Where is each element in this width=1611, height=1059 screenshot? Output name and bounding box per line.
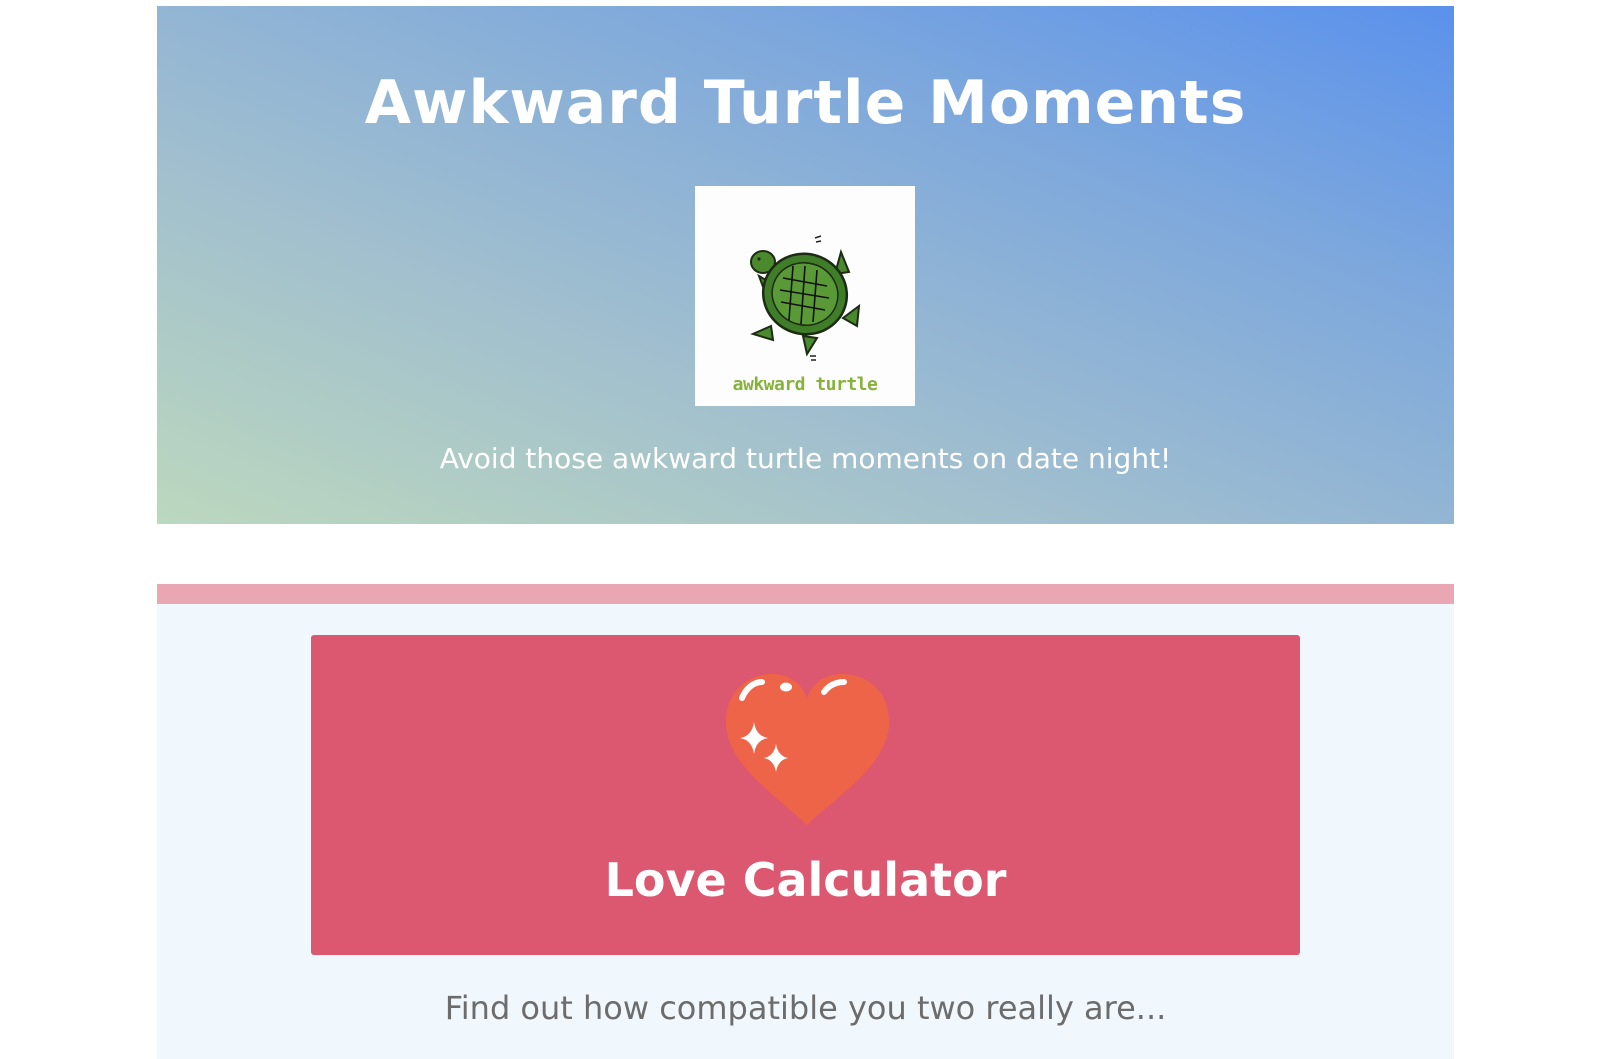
sparkling-heart-icon [720,670,895,830]
turtle-logo: awkward turtle [695,186,915,406]
site-title: Awkward Turtle Moments [364,68,1247,138]
love-calculator-title: Love Calculator [604,853,1007,907]
turtle-icon [750,235,861,361]
hero-banner: Awkward Turtle Moments awkward turtle Av… [157,6,1454,524]
love-calculator-card[interactable]: Love Calculator [311,635,1300,955]
love-calculator-subtitle: Find out how compatible you two really a… [444,989,1167,1027]
love-calculator-section: Love Calculator Find out how compatible … [157,584,1454,1059]
hero-tagline: Avoid those awkward turtle moments on da… [439,442,1172,475]
page: Awkward Turtle Moments awkward turtle Av… [0,0,1611,1059]
logo-wordmark: awkward turtle [732,374,878,395]
